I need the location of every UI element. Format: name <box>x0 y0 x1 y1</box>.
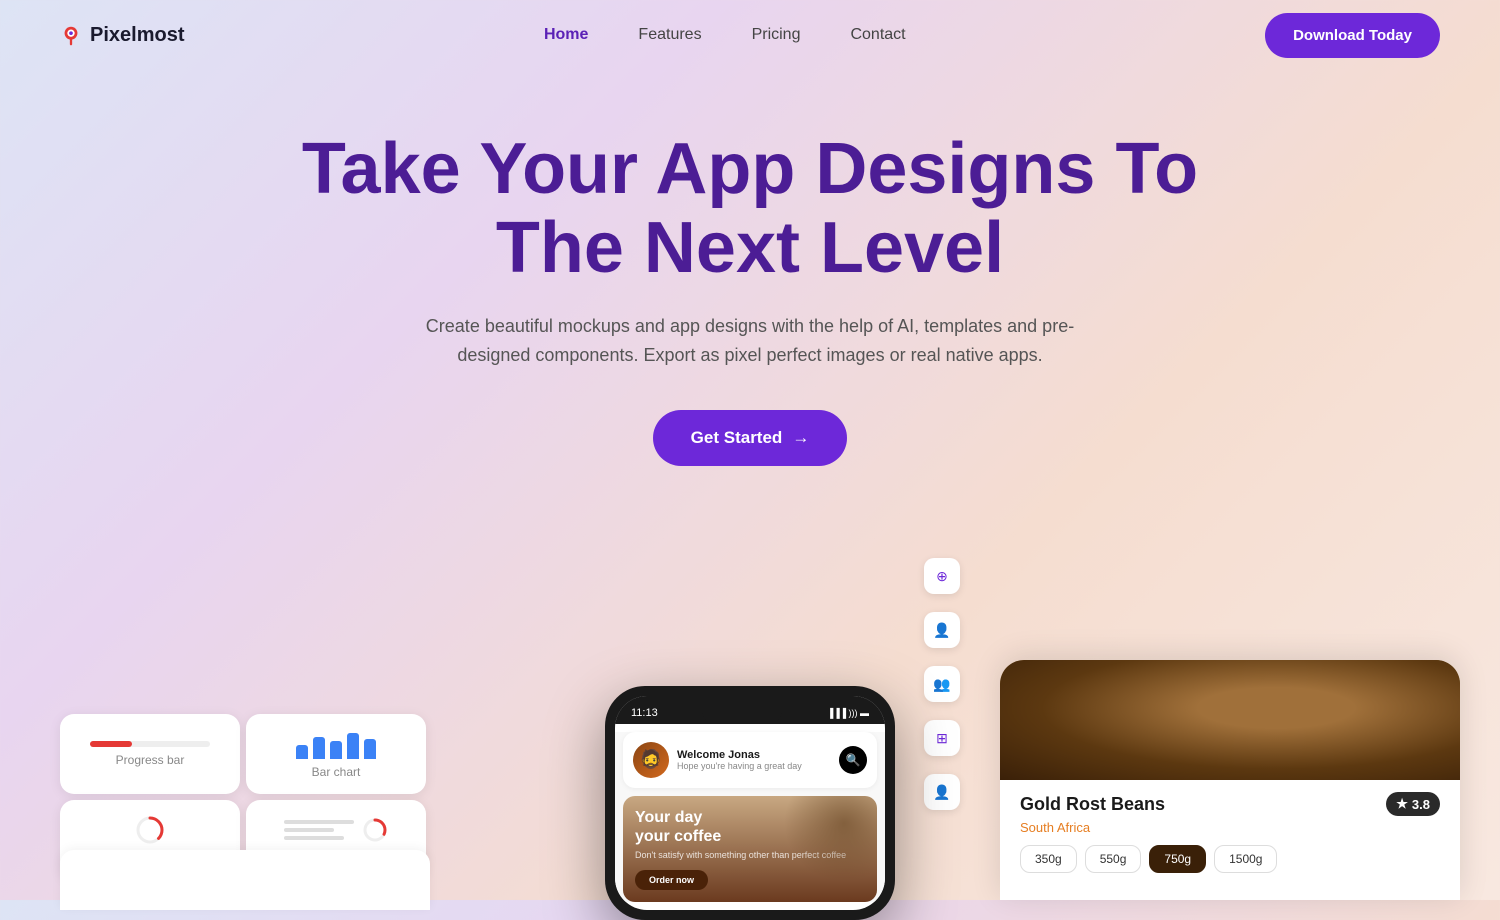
side-icon-3[interactable]: 👥 <box>924 666 960 702</box>
star-icon: ★ <box>1396 796 1408 812</box>
weight-1500g[interactable]: 1500g <box>1214 845 1277 873</box>
side-icon-4[interactable]: ⊞ <box>924 720 960 756</box>
weight-options: 350g 550g 750g 1500g <box>1020 845 1440 873</box>
coffee-card: Your day your coffee Don't satisfy with … <box>623 796 877 902</box>
product-beans-bg <box>1000 660 1460 780</box>
bottom-area: Progress bar Bar chart Circle progress-b… <box>0 640 1500 900</box>
get-started-label: Get Started <box>691 428 783 448</box>
widget-bar-chart[interactable]: Bar chart <box>246 714 426 794</box>
bar-2 <box>313 737 325 759</box>
arrow-icon: → <box>792 428 809 448</box>
nav-contact[interactable]: Contact <box>850 26 905 44</box>
coffee-line2: your coffee <box>635 828 721 845</box>
bar-1 <box>296 745 308 759</box>
text-line-1 <box>284 820 354 824</box>
bar-chart-label: Bar chart <box>312 765 361 779</box>
text-line-3 <box>284 836 344 840</box>
product-subtitle: South Africa <box>1020 820 1440 835</box>
small-circle-icon <box>362 817 388 843</box>
welcome-title: Welcome Jonas <box>677 749 802 761</box>
bar-5 <box>364 739 376 759</box>
phone-screen: 11:13 ▐▐▐ ))) ▬ 🧔 Welcome Jonas Hope you… <box>615 696 885 910</box>
weight-550g[interactable]: 550g <box>1085 845 1142 873</box>
logo-text: Pixelmost <box>90 24 184 47</box>
bottom-left-extra-panel <box>60 850 430 910</box>
logo[interactable]: Pixelmost <box>60 24 184 47</box>
phone-outer: 11:13 ▐▐▐ ))) ▬ 🧔 Welcome Jonas Hope you… <box>605 686 895 920</box>
bar-3 <box>330 741 342 759</box>
nav-links: Home Features Pricing Contact <box>544 26 906 44</box>
get-started-button[interactable]: Get Started → <box>653 410 848 466</box>
phone-side-icons: ⊕ 👤 👥 ⊞ 👤 <box>924 558 960 810</box>
coffee-bg-decoration <box>767 796 877 886</box>
product-card: Gold Rost Beans ★ 3.8 South Africa 350g … <box>1000 660 1460 900</box>
logo-icon <box>60 24 82 46</box>
welcome-subtitle: Hope you're having a great day <box>677 761 802 771</box>
bar-4 <box>347 733 359 759</box>
phone-welcome-text: Welcome Jonas Hope you're having a great… <box>677 749 802 771</box>
side-icon-5[interactable]: 👤 <box>924 774 960 810</box>
coffee-line1: Your day <box>635 809 702 826</box>
side-icon-2[interactable]: 👤 <box>924 612 960 648</box>
search-icon: 🔍 <box>846 753 861 767</box>
phone-content: 🧔 Welcome Jonas Hope you're having a gre… <box>615 732 885 902</box>
circle-progress-svg <box>134 814 166 846</box>
order-now-button[interactable]: Order now <box>635 870 708 890</box>
weight-750g[interactable]: 750g <box>1149 845 1206 873</box>
phone-signal-icons: ▐▐▐ ))) ▬ <box>827 708 869 718</box>
product-title: Gold Rost Beans <box>1020 794 1165 815</box>
widget-progress-bar[interactable]: Progress bar <box>60 714 240 794</box>
bar-chart-mini <box>296 729 376 759</box>
hero-heading: Take Your App Designs To The Next Level <box>300 130 1200 288</box>
product-info: Gold Rost Beans ★ 3.8 South Africa 350g … <box>1000 780 1460 885</box>
rating-value: 3.8 <box>1412 797 1430 812</box>
nav-pricing[interactable]: Pricing <box>752 26 801 44</box>
product-rating: ★ 3.8 <box>1386 792 1440 816</box>
nav-home[interactable]: Home <box>544 26 588 44</box>
progress-bar-fill <box>90 741 132 747</box>
product-title-row: Gold Rost Beans ★ 3.8 <box>1020 792 1440 816</box>
hero-heading-line1: Take Your App Designs To <box>302 129 1198 209</box>
phone-welcome-card: 🧔 Welcome Jonas Hope you're having a gre… <box>623 732 877 788</box>
phone-avatar: 🧔 <box>633 742 669 778</box>
download-today-button[interactable]: Download Today <box>1265 13 1440 58</box>
phone-status-bar: 11:13 ▐▐▐ ))) ▬ <box>615 696 885 724</box>
weight-350g[interactable]: 350g <box>1020 845 1077 873</box>
hero-subtitle: Create beautiful mockups and app designs… <box>420 312 1080 370</box>
phone-notch <box>702 702 782 724</box>
side-icon-1[interactable]: ⊕ <box>924 558 960 594</box>
hero-section: Take Your App Designs To The Next Level … <box>0 70 1500 466</box>
progress-bar-label: Progress bar <box>116 753 185 767</box>
progress-bar-track <box>90 741 210 747</box>
hero-heading-line2: The Next Level <box>496 208 1004 288</box>
phone-time: 11:13 <box>631 707 658 719</box>
phone-search-button[interactable]: 🔍 <box>839 746 867 774</box>
nav-features[interactable]: Features <box>638 26 701 44</box>
text-lines <box>284 820 354 840</box>
navbar: Pixelmost Home Features Pricing Contact … <box>0 0 1500 70</box>
text-circle-bar-content <box>284 817 388 843</box>
text-line-2 <box>284 828 334 832</box>
product-image <box>1000 660 1460 780</box>
phone-mockup: 11:13 ▐▐▐ ))) ▬ 🧔 Welcome Jonas Hope you… <box>605 686 895 920</box>
